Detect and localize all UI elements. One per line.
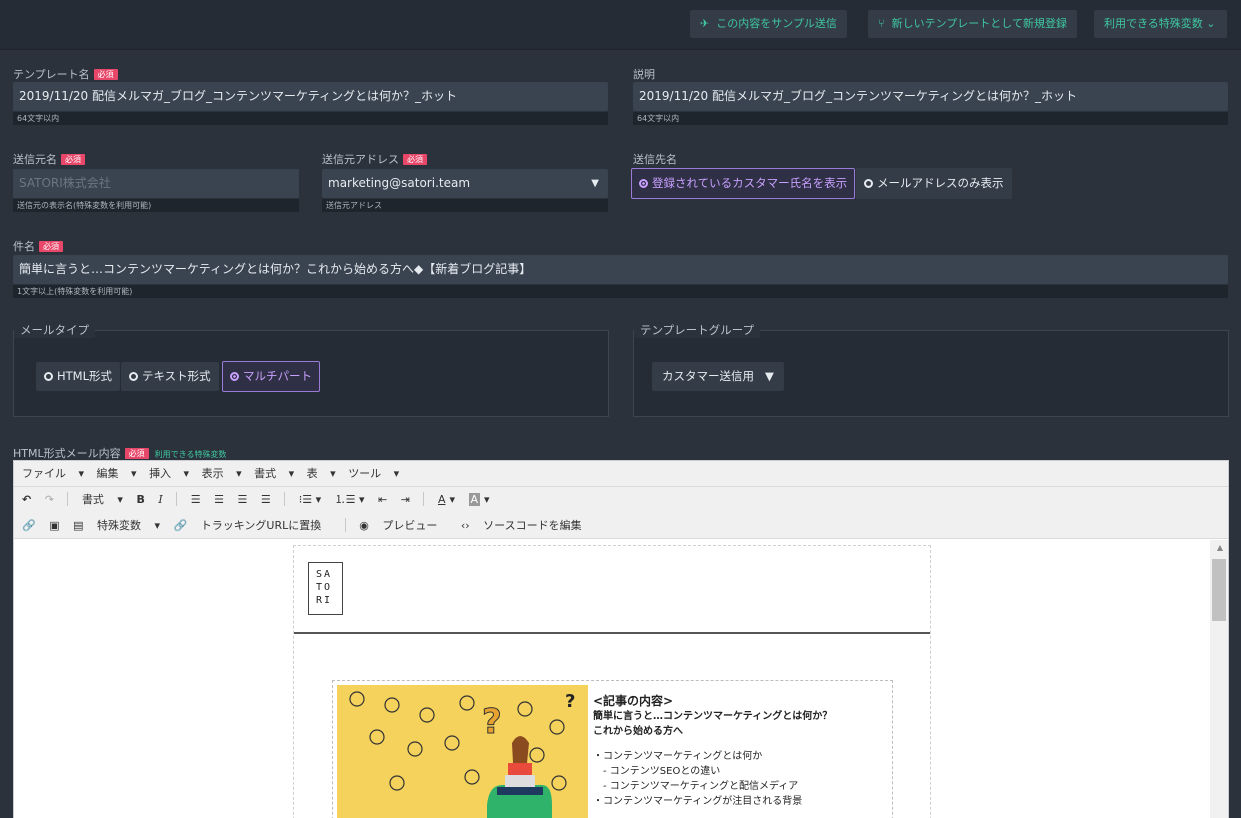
bold-icon[interactable]: B <box>136 493 144 506</box>
menu-view[interactable]: 表示 ▾ <box>202 467 242 480</box>
send-sample-button[interactable]: ✈ この内容をサンプル送信 <box>690 10 847 38</box>
scroll-up-icon[interactable]: ▲ <box>1217 543 1223 552</box>
sender-address-select[interactable]: marketing@satori.team ▼ <box>322 169 608 198</box>
sender-name-hint: 送信元の表示名(特殊変数を利用可能) <box>13 199 299 212</box>
subject-label: 件名 必須 <box>13 238 63 254</box>
template-group-legend: テンプレートグループ <box>634 322 760 338</box>
html-editor: ファイル ▾ 編集 ▾ 挿入 ▾ 表示 ▾ 書式 ▾ 表 ▾ ツール ▾ ↶ ↷… <box>13 460 1229 818</box>
align-left-icon[interactable]: ☰ <box>191 493 201 506</box>
description-label: 説明 <box>633 68 655 81</box>
editor-toolbar-1: ↶ ↷ 書式 ▾ B I ☰ ☰ ☰ ☰ ⁝☰ ▾ ⒈☰ ▾ ⇤ ⇥ A ▾ A ▾ <box>14 487 1228 513</box>
article-image: ? ? <box>337 685 588 818</box>
indent-icon[interactable]: ⇥ <box>401 493 410 506</box>
mail-preview: SA TO RI ? ? <記事の内容> 簡単に言うと…コンテンツマーケティング… <box>293 545 931 818</box>
redo-icon[interactable]: ↷ <box>45 493 54 506</box>
article-bullet: - コンテンツマーケティングと配信メディア <box>593 781 799 792</box>
format-dropdown[interactable]: 書式 ▾ <box>82 493 123 506</box>
branch-icon: ⑂ <box>878 17 885 30</box>
description-input[interactable]: 2019/11/20 配信メルマガ_ブログ_コンテンツマーケティングとは何か？_… <box>633 82 1228 111</box>
template-name-input[interactable]: 2019/11/20 配信メルマガ_ブログ_コンテンツマーケティングとは何か？_… <box>13 82 608 111</box>
menu-format[interactable]: 書式 ▾ <box>254 467 294 480</box>
bullet-list-icon[interactable]: ⁝☰ ▾ <box>299 493 321 506</box>
source-code-button[interactable]: ‹› ソースコードを編集 <box>461 519 592 532</box>
lightbulb-illustration: ? ? <box>337 685 588 818</box>
register-template-button[interactable]: ⑂ 新しいテンプレートとして新規登録 <box>868 10 1077 38</box>
template-name-hint: 64文字以内 <box>13 112 608 125</box>
article-title-line: これから始める方へ <box>593 726 683 737</box>
radio-multipart[interactable]: マルチパート <box>222 361 320 392</box>
menu-tools[interactable]: ツール ▾ <box>348 467 399 480</box>
chevron-down-icon: ⌄ <box>1202 17 1216 30</box>
radio-text[interactable]: テキスト形式 <box>121 362 219 391</box>
special-vars-dropdown[interactable]: 利用できる特殊変数 ⌄ <box>1094 10 1227 38</box>
svg-text:?: ? <box>565 691 575 712</box>
radio-show-email-only[interactable]: メールアドレスのみ表示 <box>856 168 1012 199</box>
subject-hint: 1文字以上(特殊変数を利用可能) <box>13 285 1228 298</box>
align-right-icon[interactable]: ☰ <box>237 493 247 506</box>
menu-table[interactable]: 表 ▾ <box>307 467 336 480</box>
article-bullet: ・コンテンツマーケティングとは何か <box>593 751 763 762</box>
article-heading: <記事の内容> <box>593 694 674 708</box>
article-bullet: - コンテンツSEOとの違い <box>593 766 721 777</box>
mail-type-legend: メールタイプ <box>14 322 95 338</box>
recipient-name-label: 送信先名 <box>633 153 677 166</box>
background-color-icon[interactable]: A <box>468 493 481 506</box>
radio-html[interactable]: HTML形式 <box>36 362 121 391</box>
radio-show-customer-name[interactable]: 登録されているカスタマー氏名を表示 <box>631 168 856 199</box>
preview-button[interactable]: ◉ プレビュー <box>359 519 447 532</box>
radio-unchecked-icon <box>44 372 53 381</box>
top-action-bar: ✈ この内容をサンプル送信 ⑂ 新しいテンプレートとして新規登録 利用できる特殊… <box>0 0 1241 50</box>
menu-file[interactable]: ファイル ▾ <box>22 467 84 480</box>
align-justify-icon[interactable]: ☰ <box>261 493 271 506</box>
special-vars-link[interactable]: 利用できる特殊変数 <box>155 450 227 459</box>
image-icon[interactable]: ▣ <box>49 519 59 532</box>
triangle-down-icon: ▼ <box>591 178 599 189</box>
editor-toolbar-2: 🔗 ▣ ▤ 特殊変数 ▾ 🔗 トラッキングURLに置換 ◉ プレビュー ‹› ソ… <box>14 513 1228 539</box>
sender-address-hint: 送信元アドレス <box>322 199 608 212</box>
media-icon[interactable]: ▤ <box>73 519 83 532</box>
radio-checked-icon <box>230 372 239 381</box>
description-hint: 64文字以内 <box>633 112 1228 125</box>
article-title-line: 簡単に言うと…コンテンツマーケティングとは何か？ <box>593 711 833 722</box>
article-bullet: ・コンテンツマーケティングが注目される背景 <box>593 796 803 807</box>
template-group-select[interactable]: カスタマー送信用 ▼ <box>652 362 784 391</box>
divider <box>294 632 930 634</box>
menu-edit[interactable]: 編集 ▾ <box>97 467 137 480</box>
triangle-down-icon: ▼ <box>764 369 774 383</box>
paper-plane-icon: ✈ <box>700 17 710 30</box>
undo-icon[interactable]: ↶ <box>22 493 31 506</box>
editor-scroll-thumb[interactable] <box>1212 559 1226 621</box>
link-icon: 🔗 <box>173 519 188 532</box>
link-icon[interactable]: 🔗 <box>22 519 36 532</box>
numbered-list-icon[interactable]: ⒈☰ ▾ <box>335 493 365 506</box>
required-badge: 必須 <box>93 69 118 80</box>
menu-insert[interactable]: 挿入 ▾ <box>149 467 189 480</box>
editor-menubar: ファイル ▾ 編集 ▾ 挿入 ▾ 表示 ▾ 書式 ▾ 表 ▾ ツール ▾ <box>14 461 1228 487</box>
sender-name-input[interactable]: SATORI株式会社 <box>13 169 299 198</box>
article-block: ? ? <記事の内容> 簡単に言うと…コンテンツマーケティングとは何か？ これか… <box>332 680 893 818</box>
align-center-icon[interactable]: ☰ <box>214 493 224 506</box>
radio-checked-icon <box>639 179 648 188</box>
text-color-icon[interactable]: A <box>438 493 446 506</box>
subject-input[interactable]: 簡単に言うと…コンテンツマーケティングとは何か？これから始める方へ◆【新着ブログ… <box>13 255 1228 284</box>
satori-logo: SA TO RI <box>308 562 343 615</box>
italic-icon[interactable]: I <box>158 493 162 506</box>
radio-unchecked-icon <box>129 372 138 381</box>
sender-address-label: 送信元アドレス 必須 <box>322 151 427 167</box>
article-text: <記事の内容> 簡単に言うと…コンテンツマーケティングとは何か？ これから始める… <box>593 693 832 809</box>
eye-icon: ◉ <box>359 519 369 532</box>
sender-name-label: 送信元名 必須 <box>13 151 85 167</box>
code-icon: ‹› <box>460 519 470 532</box>
html-content-label: HTML形式メール内容 必須 利用できる特殊変数 <box>13 447 227 460</box>
special-vars-button[interactable]: 特殊変数 ▾ <box>97 519 160 532</box>
outdent-icon[interactable]: ⇤ <box>378 493 387 506</box>
svg-text:?: ? <box>482 702 502 742</box>
template-name-label: テンプレート名 必須 <box>13 66 118 82</box>
radio-unchecked-icon <box>864 179 873 188</box>
tracking-url-button[interactable]: 🔗 トラッキングURLに置換 <box>174 519 332 532</box>
